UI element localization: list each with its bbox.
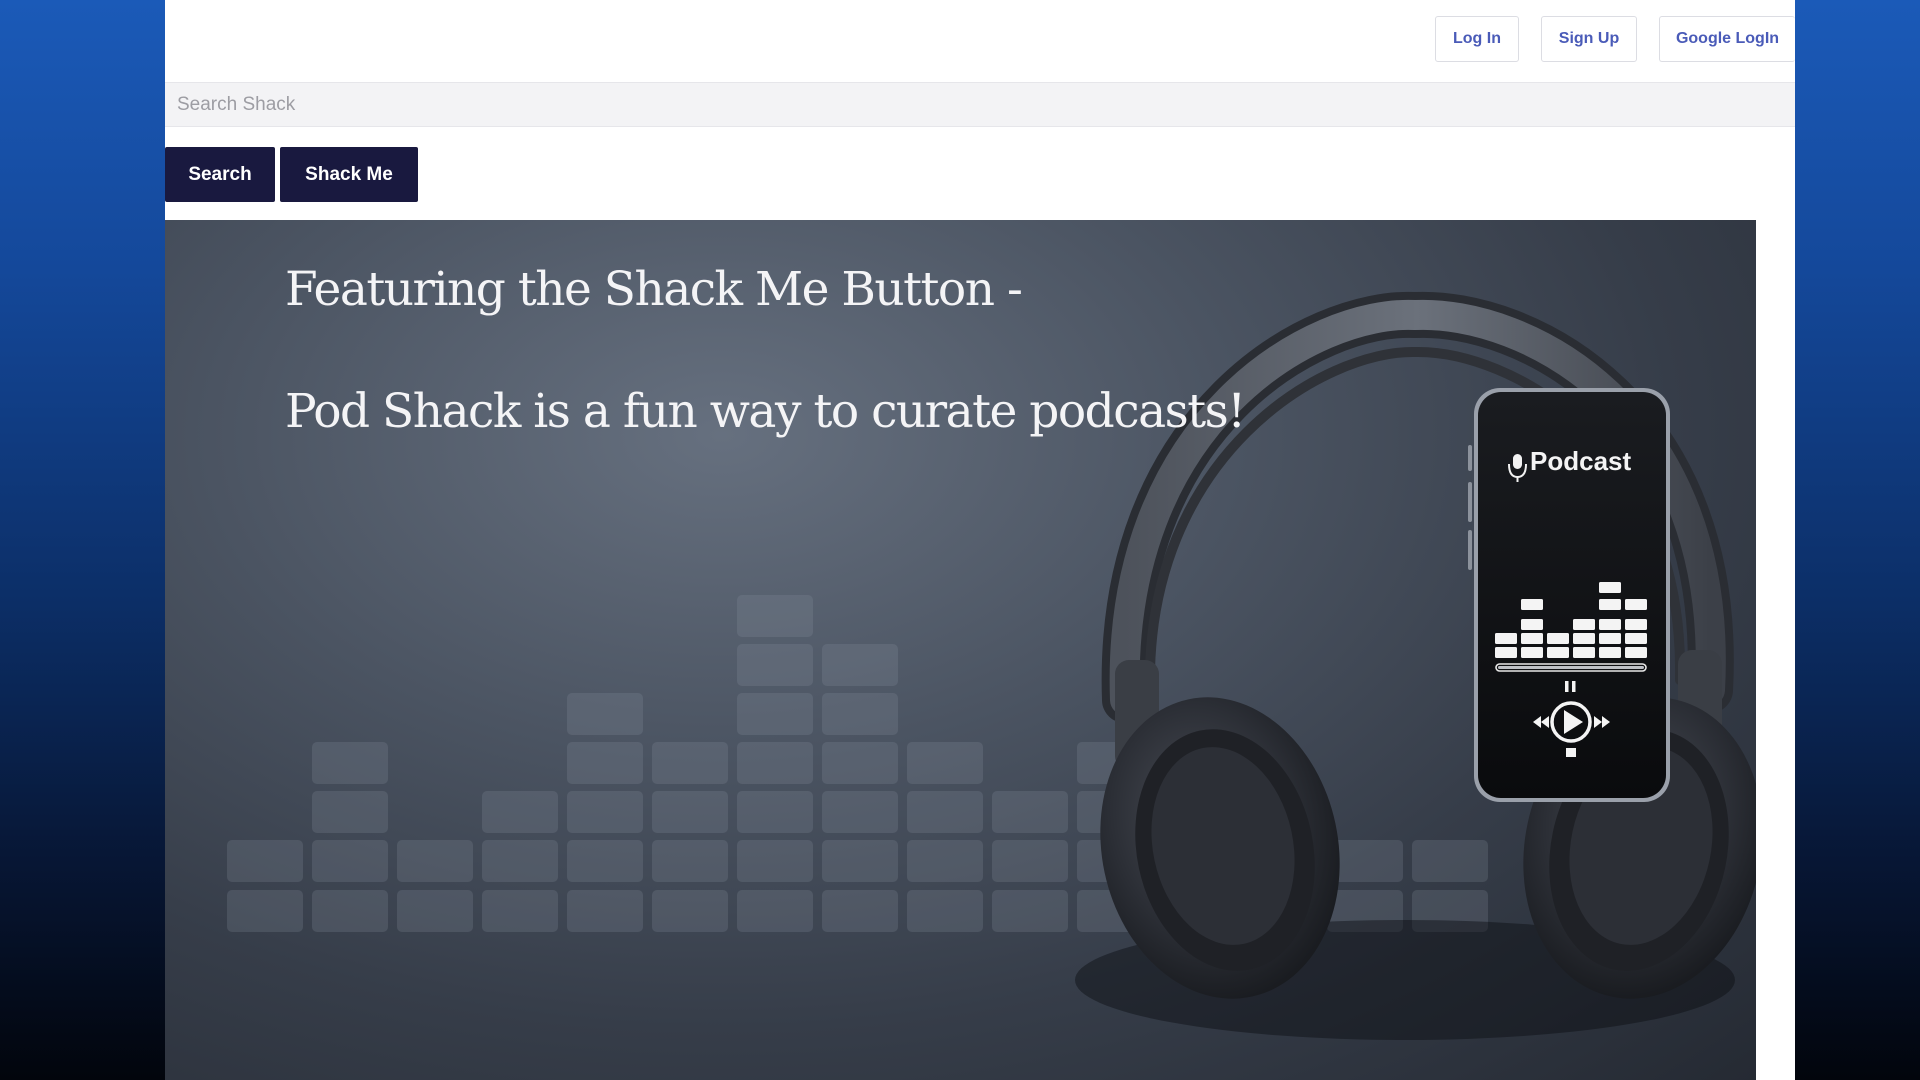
search-bar [165,82,1795,127]
page-container: Log In Sign Up Google LogIn Search Shack… [165,0,1795,1080]
hero-headline: Featuring the Shack Me Button - [285,262,1023,317]
shack-me-button[interactable]: Shack Me [280,147,418,202]
stop-icon [1566,748,1576,757]
login-button[interactable]: Log In [1435,16,1519,62]
progress-fill [1498,666,1644,669]
signup-button[interactable]: Sign Up [1541,16,1637,62]
hero-tagline: Pod Shack is a fun way to curate podcast… [285,384,1246,439]
phone-app-label: Podcast [1530,446,1631,476]
top-navigation: Log In Sign Up Google LogIn [165,0,1795,82]
google-login-button[interactable]: Google LogIn [1659,16,1795,62]
search-input[interactable] [165,83,1795,126]
search-button[interactable]: Search [165,147,275,202]
hero-illustration: Podcast [227,291,1756,1040]
hero-banner: Podcast Featuring the Shack Me Button - … [165,220,1756,1080]
